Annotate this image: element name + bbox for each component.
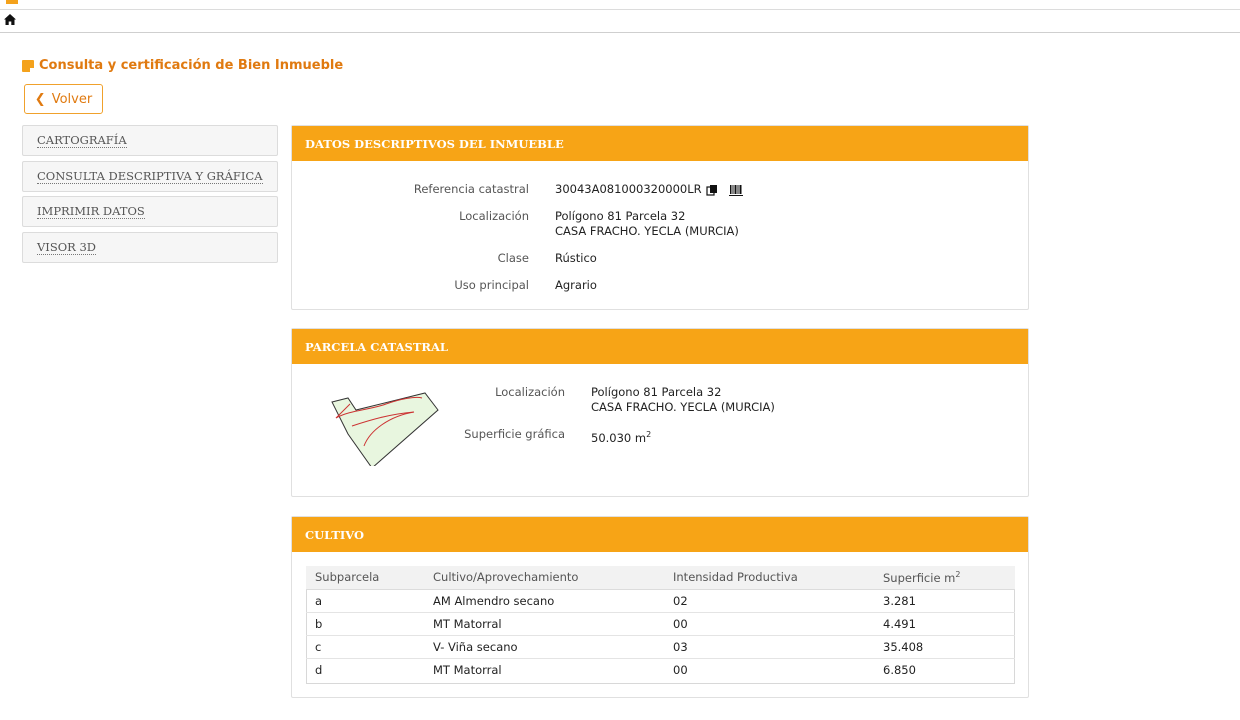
page-title-text: Consulta y certificación de Bien Inmuebl… — [39, 58, 344, 73]
back-button[interactable]: ❮ Volver — [24, 84, 103, 114]
col-cultivo: Cultivo/Aprovechamiento — [424, 566, 664, 590]
clase-label: Clase — [497, 251, 529, 265]
cultivo-panel: CULTIVO Subparcela Cultivo/Aprovechamien… — [291, 516, 1029, 698]
sidebar-item-label[interactable]: CONSULTA DESCRIPTIVA Y GRÁFICA — [37, 169, 263, 184]
cultivo-table: Subparcela Cultivo/Aprovechamiento Inten… — [306, 566, 1015, 681]
back-button-label: Volver — [51, 91, 93, 107]
clase-value: Rústico — [555, 251, 597, 265]
clase-row: Clase Rústico — [292, 251, 597, 266]
cultivo-panel-header: CULTIVO — [292, 517, 1028, 552]
parcela-loc-row: Localización Polígono 81 Parcela 32 CASA… — [292, 385, 775, 415]
cell-intensidad: 00 — [664, 657, 874, 681]
ref-value: 30043A081000320000LR — [555, 182, 702, 196]
loc-line1: Polígono 81 Parcela 32 — [555, 209, 686, 223]
breadcrumb — [0, 10, 1240, 33]
sidebar-item-cartografia[interactable]: CARTOGRAFÍA — [22, 125, 278, 156]
superficie-number: 50.030 m — [591, 430, 647, 445]
sidebar: CARTOGRAFÍA CONSULTA DESCRIPTIVA Y GRÁFI… — [22, 125, 278, 267]
table-row: d MT Matorral 00 6.850 — [306, 657, 1015, 681]
cell-intensidad: 02 — [664, 588, 874, 612]
sidebar-item-label[interactable]: VISOR 3D — [37, 240, 97, 255]
cell-subparcela: d — [306, 657, 424, 681]
page-title: Consulta y certificación de Bien Inmuebl… — [22, 58, 343, 73]
parcela-loc-value: Polígono 81 Parcela 32 CASA FRACHO. YECL… — [591, 385, 775, 415]
title-icon — [22, 59, 35, 73]
col-superficie-label: Superficie m — [883, 570, 956, 585]
datos-panel-header: DATOS DESCRIPTIVOS DEL INMUEBLE — [292, 126, 1028, 161]
copy-icon[interactable] — [706, 184, 718, 196]
sidebar-item-imprimir[interactable]: IMPRIMIR DATOS — [22, 196, 278, 227]
parcela-panel: PARCELA CATASTRAL Localización Polígono … — [291, 328, 1029, 497]
table-row: b MT Matorral 00 4.491 — [306, 611, 1015, 635]
sidebar-item-consulta[interactable]: CONSULTA DESCRIPTIVA Y GRÁFICA — [22, 160, 278, 192]
sidebar-item-label[interactable]: IMPRIMIR DATOS — [37, 204, 145, 219]
cell-intensidad: 03 — [664, 634, 874, 658]
ref-label: Referencia catastral — [413, 182, 529, 196]
uso-label: Uso principal — [454, 278, 529, 292]
parcela-loc-line2: CASA FRACHO. YECLA (MURCIA) — [591, 400, 775, 414]
uso-value: Agrario — [555, 278, 597, 292]
col-superficie-exp: 2 — [955, 569, 961, 579]
top-strip — [0, 0, 1240, 10]
parcela-panel-header: PARCELA CATASTRAL — [292, 329, 1028, 364]
sidebar-item-label[interactable]: CARTOGRAFÍA — [37, 133, 127, 148]
col-superficie: Superficie m2 — [874, 566, 1015, 590]
loc-label: Localización — [459, 209, 529, 223]
superficie-value: 50.030 m2 — [591, 427, 651, 446]
barcode-icon[interactable] — [728, 184, 743, 196]
superficie-row: Superficie gráfica 50.030 m2 — [292, 427, 651, 446]
superficie-label: Superficie gráfica — [464, 427, 565, 441]
cell-superficie: 35.408 — [874, 634, 1015, 658]
home-icon[interactable] — [4, 14, 16, 25]
table-header-row: Subparcela Cultivo/Aprovechamiento Inten… — [306, 566, 1015, 590]
datos-panel: DATOS DESCRIPTIVOS DEL INMUEBLE Referenc… — [291, 125, 1029, 310]
parcela-loc-label: Localización — [495, 385, 565, 399]
table-row: c V- Viña secano 03 35.408 — [306, 634, 1015, 658]
cell-superficie: 6.850 — [874, 657, 1015, 681]
cell-subparcela: b — [306, 611, 424, 635]
cell-cultivo: MT Matorral — [424, 657, 664, 681]
cell-cultivo: V- Viña secano — [424, 634, 664, 658]
parcela-loc-line1: Polígono 81 Parcela 32 — [591, 385, 722, 399]
ref-row: Referencia catastral 30043A081000320000L… — [292, 182, 743, 197]
cell-superficie: 4.491 — [874, 611, 1015, 635]
chevron-left-icon: ❮ — [34, 91, 46, 107]
cell-subparcela: c — [306, 634, 424, 658]
sidebar-item-visor-3d[interactable]: VISOR 3D — [22, 231, 278, 263]
col-subparcela: Subparcela — [306, 566, 424, 590]
cell-superficie: 3.281 — [874, 588, 1015, 612]
ref-value-wrap: 30043A081000320000LR — [555, 182, 743, 197]
cell-intensidad: 00 — [664, 611, 874, 635]
cell-cultivo: MT Matorral — [424, 611, 664, 635]
cell-subparcela: a — [306, 588, 424, 612]
loc-row: Localización Polígono 81 Parcela 32 CASA… — [292, 209, 739, 239]
uso-row: Uso principal Agrario — [292, 278, 597, 293]
table-row: a AM Almendro secano 02 3.281 — [306, 588, 1015, 612]
col-intensidad: Intensidad Productiva — [664, 566, 874, 590]
site-logo — [6, 0, 18, 4]
loc-value: Polígono 81 Parcela 32 CASA FRACHO. YECL… — [555, 209, 739, 239]
superficie-exponent: 2 — [646, 430, 652, 439]
cell-cultivo: AM Almendro secano — [424, 588, 664, 612]
loc-line2: CASA FRACHO. YECLA (MURCIA) — [555, 224, 739, 238]
